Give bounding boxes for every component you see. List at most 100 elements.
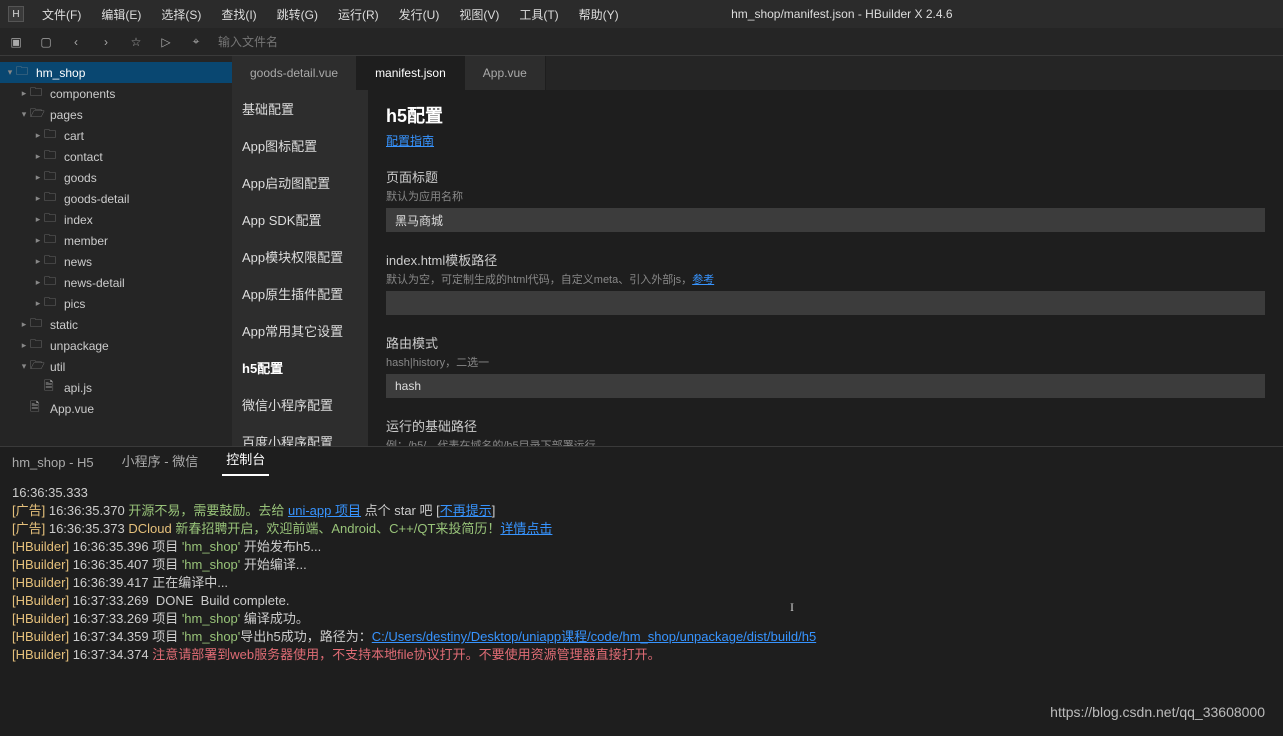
- config-guide-link[interactable]: 配置指南: [386, 134, 434, 148]
- text-cursor-icon: I: [790, 600, 794, 615]
- folder-item[interactable]: ▾🗁util: [0, 356, 232, 377]
- menu-item[interactable]: 工具(T): [509, 8, 568, 22]
- chevron-icon: ▸: [32, 277, 44, 288]
- field-input[interactable]: [386, 291, 1265, 315]
- tree-label: pages: [50, 108, 83, 122]
- menu-item[interactable]: 文件(F): [32, 8, 91, 22]
- menu-item[interactable]: 选择(S): [151, 8, 211, 22]
- folder-icon: 🗀: [44, 167, 60, 188]
- config-nav-item[interactable]: App原生插件配置: [232, 275, 368, 312]
- folder-icon: 🗀: [44, 251, 60, 272]
- folder-open-icon: 🗁: [30, 356, 46, 377]
- folder-item[interactable]: ▾🗀hm_shop: [0, 62, 232, 83]
- field-input[interactable]: [386, 374, 1265, 398]
- play-icon[interactable]: ▷: [158, 34, 174, 50]
- menu-item[interactable]: 视图(V): [449, 8, 509, 22]
- folder-icon: 🗀: [44, 230, 60, 251]
- file-search-input[interactable]: [218, 35, 368, 49]
- chevron-icon: ▸: [18, 319, 30, 330]
- menu-item[interactable]: 帮助(Y): [569, 8, 629, 22]
- folder-icon: 🗀: [30, 335, 46, 356]
- save-icon[interactable]: ▣: [8, 34, 24, 50]
- chevron-icon: ▸: [32, 214, 44, 225]
- menu-item[interactable]: 发行(U): [389, 8, 450, 22]
- file-explorer[interactable]: ▾🗀hm_shop▸🗀components▾🗁pages▸🗀cart▸🗀cont…: [0, 56, 232, 446]
- target-icon[interactable]: ⌖: [188, 34, 204, 50]
- chevron-icon: ▸: [18, 88, 30, 99]
- menubar: H 文件(F)编辑(E)选择(S)查找(I)跳转(G)运行(R)发行(U)视图(…: [0, 0, 1283, 28]
- folder-icon: 🗀: [44, 272, 60, 293]
- chevron-icon: ▾: [4, 67, 16, 78]
- hint-link[interactable]: 参考: [692, 274, 714, 286]
- folder-item[interactable]: ▸🗀index: [0, 209, 232, 230]
- console-line: [广告] 16:36:35.370 开源不易，需要鼓励。去给 uni-app 项…: [12, 502, 1271, 520]
- tree-label: news: [64, 255, 92, 269]
- folder-item[interactable]: ▸🗀static: [0, 314, 232, 335]
- folder-item[interactable]: ▸🗀news-detail: [0, 272, 232, 293]
- console-link[interactable]: C:/Users/destiny/Desktop/uniapp课程/code/h…: [372, 629, 816, 644]
- chevron-icon: ▸: [32, 256, 44, 267]
- watermark: https://blog.csdn.net/qq_33608000: [1050, 704, 1265, 720]
- folder-item[interactable]: ▸🗀member: [0, 230, 232, 251]
- folder-open-icon: 🗁: [30, 104, 46, 125]
- folder-item[interactable]: ▸🗀unpackage: [0, 335, 232, 356]
- config-nav-item[interactable]: App常用其它设置: [232, 312, 368, 349]
- console-link[interactable]: uni-app 项目: [288, 503, 361, 518]
- form-title: h5配置: [386, 102, 1265, 128]
- config-nav-item[interactable]: App SDK配置: [232, 201, 368, 238]
- toolbar: ▣ ▢ ‹ › ☆ ▷ ⌖: [0, 28, 1283, 56]
- field-input[interactable]: [386, 208, 1265, 232]
- folder-item[interactable]: ▸🗀cart: [0, 125, 232, 146]
- config-nav-item[interactable]: 微信小程序配置: [232, 386, 368, 423]
- nav-back-icon[interactable]: ‹: [68, 34, 84, 50]
- tree-label: components: [50, 87, 115, 101]
- console-tab[interactable]: 小程序 - 微信: [118, 445, 203, 476]
- config-nav-item[interactable]: App启动图配置: [232, 164, 368, 201]
- new-file-icon[interactable]: ▢: [38, 34, 54, 50]
- console-line: [HBuilder] 16:37:34.359 项目 'hm_shop'导出h5…: [12, 628, 1271, 646]
- folder-item[interactable]: ▸🗀pics: [0, 293, 232, 314]
- config-nav-item[interactable]: App图标配置: [232, 127, 368, 164]
- editor-tab[interactable]: goods-detail.vue: [232, 56, 357, 90]
- folder-item[interactable]: ▾🗁pages: [0, 104, 232, 125]
- file-icon: 🗎: [30, 398, 46, 419]
- console-tabs: hm_shop - H5 小程序 - 微信控制台: [0, 446, 1283, 476]
- menu-item[interactable]: 查找(I): [211, 8, 266, 22]
- config-nav-item[interactable]: 基础配置: [232, 90, 368, 127]
- field-label: 运行的基础路径: [386, 416, 1265, 435]
- console-link[interactable]: 不再提示: [440, 503, 492, 518]
- folder-icon: 🗀: [44, 146, 60, 167]
- console-tab[interactable]: 控制台: [222, 443, 269, 476]
- folder-item[interactable]: ▸🗀goods: [0, 167, 232, 188]
- config-nav-item[interactable]: App模块权限配置: [232, 238, 368, 275]
- folder-item[interactable]: ▸🗀components: [0, 83, 232, 104]
- folder-item[interactable]: ▸🗀 contact: [0, 146, 232, 167]
- tree-label: hm_shop: [36, 66, 85, 80]
- file-item[interactable]: 🗎api.js: [0, 377, 232, 398]
- chevron-icon: ▸: [32, 151, 44, 162]
- tree-label: App.vue: [50, 402, 94, 416]
- folder-icon: 🗀: [30, 314, 46, 335]
- nav-forward-icon[interactable]: ›: [98, 34, 114, 50]
- console-tab[interactable]: hm_shop - H5: [8, 449, 98, 476]
- chevron-icon: ▸: [32, 235, 44, 246]
- editor-tab[interactable]: manifest.json: [357, 56, 465, 90]
- console-line: [HBuilder] 16:37:34.374 注意请部署到web服务器使用，不…: [12, 646, 1271, 664]
- console-output[interactable]: 16:36:35.333[广告] 16:36:35.370 开源不易，需要鼓励。…: [0, 476, 1283, 736]
- chevron-icon: ▸: [32, 193, 44, 204]
- field-label: 页面标题: [386, 167, 1265, 186]
- field-hint: hash|history，二选一: [386, 354, 1265, 370]
- menu-item[interactable]: 编辑(E): [91, 8, 151, 22]
- field-hint: 默认为应用名称: [386, 188, 1265, 204]
- app-logo-icon: H: [8, 6, 24, 22]
- editor-tab[interactable]: App.vue: [465, 56, 546, 90]
- folder-item[interactable]: ▸🗀 news: [0, 251, 232, 272]
- tree-label: contact: [64, 150, 103, 164]
- star-icon[interactable]: ☆: [128, 34, 144, 50]
- folder-item[interactable]: ▸🗀goods-detail: [0, 188, 232, 209]
- config-nav-item[interactable]: h5配置: [232, 349, 368, 386]
- console-link[interactable]: 详情点击: [500, 521, 552, 536]
- file-item[interactable]: 🗎 App.vue: [0, 398, 232, 419]
- menu-item[interactable]: 跳转(G): [267, 8, 328, 22]
- menu-item[interactable]: 运行(R): [328, 8, 389, 22]
